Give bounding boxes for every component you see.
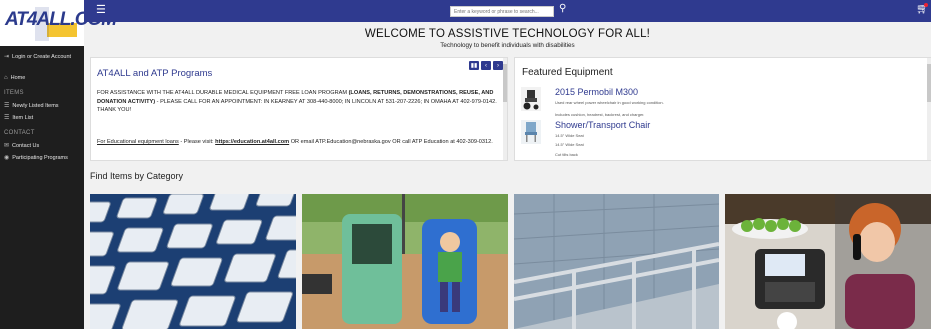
logo-text: AT4ALL.COM xyxy=(5,9,117,30)
list-icon: ☰ xyxy=(4,115,10,121)
text-span: OR email ATP.Education@nebraska.gov OR c… xyxy=(289,139,493,145)
featured-item[interactable]: 2015 Permobil M300 Used rear wheel power… xyxy=(521,87,921,117)
category-tile-children[interactable] xyxy=(302,194,508,329)
sidebar-item-label: Newly Listed Items xyxy=(12,102,59,109)
text-span: - Please visit: xyxy=(178,139,216,145)
featured-item-desc: Used rear wheel power wheelchair in good… xyxy=(555,100,664,105)
page-subtitle: Technology to benefit individuals with d… xyxy=(440,42,575,49)
chevron-left-icon[interactable]: ‹ xyxy=(481,61,491,70)
programs-paragraph-2: For Educational equipment loans - Please… xyxy=(97,138,497,147)
categories-title: Find Items by Category xyxy=(90,171,184,181)
featured-panel: Featured Equipment 2015 Permobil M300 Us… xyxy=(514,57,931,161)
pause-icon[interactable]: ▮▮ xyxy=(469,61,479,70)
sidebar-item-newly-listed[interactable]: ☰ Newly Listed Items xyxy=(0,102,59,110)
programs-title: AT4ALL and ATP Programs xyxy=(97,68,213,79)
sidebar-item-label: Home xyxy=(10,75,26,81)
wheelchair-image xyxy=(521,87,541,111)
mail-icon: ✉ xyxy=(4,143,10,149)
programs-scrollbar[interactable] xyxy=(503,58,507,160)
sidebar-item-label: Item List xyxy=(12,114,34,121)
shower-chair-thumbnail[interactable] xyxy=(521,120,541,144)
phone-image xyxy=(725,194,931,329)
category-tile-home-access[interactable] xyxy=(514,194,719,329)
cart-badge xyxy=(924,3,928,7)
sidebar-item-participating-programs[interactable]: ◉ Participating Programs xyxy=(0,154,68,162)
education-site-link[interactable]: https://education.at4all.com xyxy=(215,139,289,145)
login-icon: ⇥ xyxy=(4,54,10,60)
page-title: WELCOME TO ASSISTIVE TECHNOLOGY FOR ALL! xyxy=(364,28,651,40)
featured-item-title[interactable]: Shower/Transport Chair xyxy=(555,120,650,130)
search-input[interactable] xyxy=(450,6,554,17)
featured-item-desc: Cut tilts back xyxy=(555,152,578,157)
text-span: - PLEASE CALL FOR AN APPOINTMENT: IN KEA… xyxy=(97,98,497,114)
featured-scrollbar[interactable] xyxy=(927,58,931,160)
top-bar: ☰ ⚲ 🛒︎ xyxy=(84,0,931,22)
featured-item-desc: 14.5" Wide Seat xyxy=(555,133,584,138)
carousel-controls: ▮▮ ‹ › xyxy=(469,61,503,70)
programs-panel: AT4ALL and ATP Programs ▮▮ ‹ › FOR ASSIS… xyxy=(90,57,508,161)
scrollbar-thumb[interactable] xyxy=(503,64,507,102)
children-equipment-image xyxy=(302,194,508,329)
sidebar-item-item-list[interactable]: ☰ Item List xyxy=(0,114,34,122)
featured-item-desc: Includes cushion, headrest, backrest, an… xyxy=(555,112,645,117)
sidebar: AT4ALL.COM ⇥ Login or Create Account ⌂ H… xyxy=(0,0,117,329)
sidebar-item-label: Participating Programs xyxy=(12,154,68,161)
login-label: Login or Create Account xyxy=(12,53,72,60)
menu-icon[interactable]: ☰ xyxy=(96,5,106,16)
programs-paragraph-1: FOR ASSISTANCE WITH THE AT4ALL DURABLE M… xyxy=(97,89,497,115)
handrail-image xyxy=(514,194,719,329)
shower-chair-image xyxy=(521,120,541,144)
sidebar-item-home[interactable]: ⌂ Home xyxy=(0,75,25,81)
chevron-right-icon[interactable]: › xyxy=(493,61,503,70)
category-tile-computer[interactable] xyxy=(90,194,296,329)
wheelchair-thumbnail[interactable] xyxy=(521,87,541,111)
login-link[interactable]: ⇥ Login or Create Account xyxy=(0,53,72,61)
home-icon: ⌂ xyxy=(4,75,8,81)
category-tile-communication[interactable] xyxy=(725,194,931,329)
featured-title: Featured Equipment xyxy=(522,67,613,78)
sidebar-item-label: Contact Us xyxy=(12,142,40,149)
featured-item[interactable]: Shower/Transport Chair 14.5" Wide Seat 1… xyxy=(521,120,921,157)
educational-loans-link[interactable]: For Educational equipment loans xyxy=(97,139,179,145)
search-icon[interactable]: ⚲ xyxy=(559,3,566,14)
sidebar-heading-items: ITEMS xyxy=(4,90,24,96)
list-icon: ☰ xyxy=(4,103,10,109)
sidebar-item-contact[interactable]: ✉ Contact Us xyxy=(0,142,40,150)
location-icon: ◉ xyxy=(4,155,10,161)
featured-item-desc: 14.5" Wide Seat xyxy=(555,142,584,147)
logo-area[interactable]: AT4ALL.COM xyxy=(0,0,117,46)
featured-item-title[interactable]: 2015 Permobil M300 xyxy=(555,87,638,97)
scrollbar-thumb[interactable] xyxy=(927,64,931,102)
text-span: FOR ASSISTANCE WITH THE AT4ALL DURABLE M… xyxy=(97,90,349,96)
at4all-logo[interactable]: AT4ALL.COM xyxy=(5,3,117,43)
sidebar-heading-contact: CONTACT xyxy=(4,130,35,136)
keyboard-image xyxy=(90,194,296,329)
